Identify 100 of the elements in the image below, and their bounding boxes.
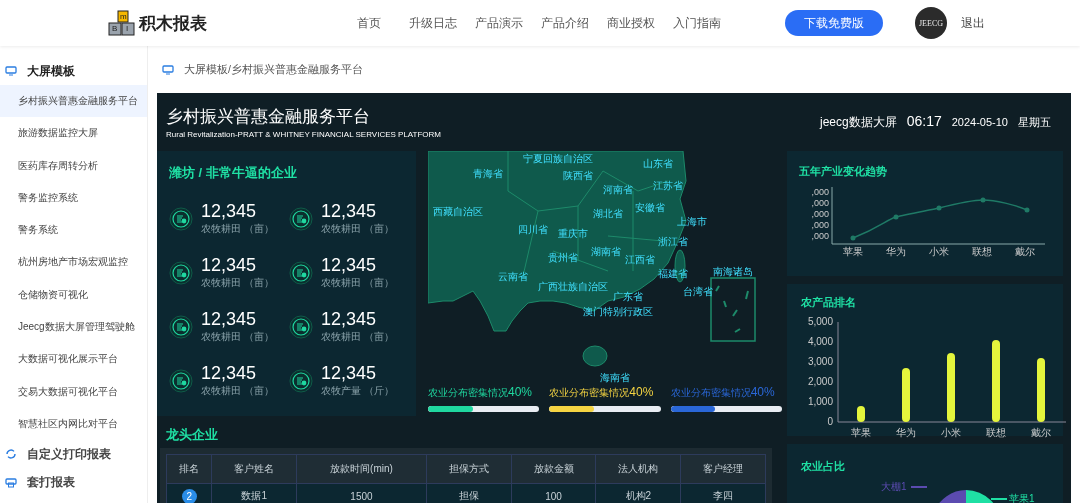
map-label: 上海市 <box>677 215 707 227</box>
map-label: 南海诸岛 <box>713 265 753 277</box>
printer-icon <box>5 476 17 489</box>
stat-value: 12,345 <box>201 256 258 274</box>
progress-label: 农业分布密集情况 <box>428 386 508 400</box>
stat-label: 农牧耕田 （亩） <box>201 384 274 398</box>
axis-label: ,000 <box>811 209 829 220</box>
map-label: 重庆市 <box>558 227 588 239</box>
sidebar-item[interactable]: 交易大数据可视化平台 <box>0 375 147 408</box>
axis-label: 4,000 <box>807 336 833 347</box>
table-cell: 1500 <box>350 490 373 502</box>
map-label: 陕西省 <box>563 169 593 181</box>
map-label: 云南省 <box>498 270 528 282</box>
sidebar-group[interactable]: 套打报表 <box>0 468 147 497</box>
map-label: 湖南省 <box>591 245 621 257</box>
stat-label: 农牧耕田 （亩） <box>201 276 274 290</box>
brand-label: jeecg数据大屏 <box>820 114 897 131</box>
download-button[interactable]: 下载免费版 <box>785 10 883 36</box>
axis-label: 苹果 <box>842 245 863 259</box>
logo-text: 积木报表 <box>139 12 207 35</box>
stat-label: 农牧耕田 （亩） <box>201 330 274 344</box>
axis-label: 联想 <box>986 427 1006 438</box>
blocks-logo-icon <box>108 10 136 36</box>
column-header: 客户姓名 <box>211 454 297 484</box>
map-label: 贵州省 <box>548 251 578 263</box>
map-label: 青海省 <box>473 167 503 179</box>
nav-link[interactable]: 升级日志 <box>409 14 457 32</box>
monitor-icon <box>162 64 174 75</box>
map-label: 台湾省 <box>683 285 713 297</box>
axis-label: 华为 <box>896 427 916 438</box>
monitor-icon <box>5 66 17 76</box>
map-label: 江苏省 <box>653 179 683 191</box>
dashboard-title: 乡村振兴普惠金融服务平台 <box>166 106 371 128</box>
map-label: 澳门特别行政区 <box>583 305 653 317</box>
sidebar-item[interactable]: 乡村振兴普惠金融服务平台 <box>0 85 147 118</box>
progress-label: 农业分布密集情况 <box>549 386 630 400</box>
axis-label: ,000 <box>811 231 829 242</box>
sidebar-item[interactable]: 仓储物资可视化 <box>0 278 147 312</box>
axis-label: 3,000 <box>807 356 833 367</box>
sidebar-item[interactable]: 智慧社区内网比对平台 <box>0 407 147 441</box>
map-label: 浙江省 <box>658 235 688 247</box>
nav-link[interactable]: 入门指南 <box>673 14 721 32</box>
progress-label: 农业分布密集情况 <box>670 386 751 400</box>
axis-label: 0 <box>827 416 833 427</box>
bar <box>857 406 865 422</box>
coins-icon <box>289 261 313 285</box>
stat-value: 12,345 <box>321 364 378 382</box>
axis-label: 2,000 <box>807 376 833 387</box>
table-cell: 担保 <box>458 490 479 501</box>
pie-label: 大棚1 <box>881 480 907 494</box>
column-header: 放款时间(min) <box>296 454 427 484</box>
sidebar-item[interactable]: 杭州房地产市场宏观监控 <box>0 246 147 279</box>
column-header: 排名 <box>166 454 212 484</box>
sidebar-item[interactable]: 旅游数据监控大屏 <box>0 117 147 150</box>
nav-link[interactable]: 商业授权 <box>607 14 655 32</box>
column-header: 担保方式 <box>426 454 512 484</box>
panel-title: 农产品排名 <box>801 295 856 310</box>
coins-icon <box>169 261 193 285</box>
sidebar-item[interactable]: Jeecg数据大屏管理驾驶舱 <box>0 311 147 344</box>
sidebar-item[interactable]: 警务监控系统 <box>0 181 147 215</box>
coins-icon <box>289 207 313 231</box>
section-title: 龙头企业 <box>166 426 218 444</box>
weekday-label: 星期五 <box>1018 115 1051 130</box>
stat-label: 农牧耕田 （亩） <box>321 276 394 290</box>
column-header: 客户经理 <box>680 454 766 484</box>
map-label: 广东省 <box>613 290 643 302</box>
breadcrumb: 大屏模板/乡村振兴普惠金融服务平台 <box>184 62 363 77</box>
map-label: 江西省 <box>625 253 655 265</box>
stat-value: 12,345 <box>321 256 378 274</box>
avatar[interactable]: JEECG <box>915 7 947 39</box>
stat-value: 12,345 <box>321 202 378 220</box>
bar <box>947 353 955 422</box>
sidebar-item[interactable]: 医药库存周转分析 <box>0 149 147 182</box>
stat-label: 农牧耕田 （亩） <box>321 330 394 344</box>
sidebar-item[interactable]: 警务系统 <box>0 214 147 247</box>
date-label: 2024-05-10 <box>951 116 1008 128</box>
nav-link[interactable]: 产品介绍 <box>541 14 589 32</box>
coins-icon <box>169 207 193 231</box>
map-label: 安徽省 <box>635 201 665 213</box>
axis-label: 苹果 <box>851 427 871 438</box>
logo-letter: m <box>120 13 127 21</box>
column-header: 放款金额 <box>511 454 596 484</box>
map-label: 宁夏回族自治区 <box>523 152 593 164</box>
time-label: 06:17 <box>906 113 942 129</box>
stat-value: 12,345 <box>201 202 258 220</box>
map-label: 海南省 <box>600 371 630 383</box>
map-label: 山东省 <box>643 157 673 169</box>
sidebar-group[interactable]: 自定义打印报表 <box>0 440 147 469</box>
axis-label: 华为 <box>885 245 906 259</box>
map-label: 湖北省 <box>593 207 623 219</box>
map-label: 西藏自治区 <box>433 205 483 217</box>
nav-link[interactable]: 产品演示 <box>475 14 523 32</box>
sidebar-group[interactable]: 大屏模板 <box>0 57 147 85</box>
axis-label: 小米 <box>941 427 961 438</box>
bar <box>902 368 910 422</box>
stat-value: 12,345 <box>201 364 258 382</box>
logout-link[interactable]: 退出 <box>961 14 985 32</box>
column-header: 法人机构 <box>595 454 681 484</box>
nav-link[interactable]: 首页 <box>357 14 381 32</box>
sidebar-item[interactable]: 大数据可视化展示平台 <box>0 343 147 376</box>
